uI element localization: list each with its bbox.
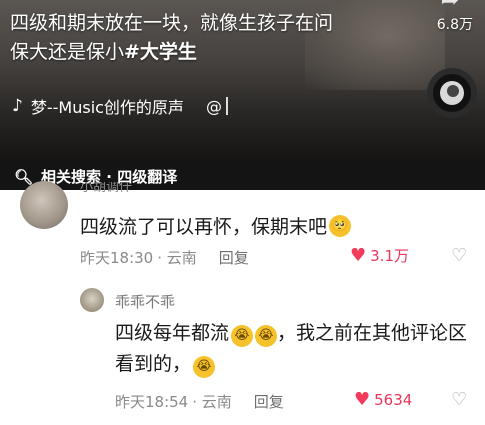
- comment-meta: 昨天18:30 · 云南 回复: [80, 247, 249, 268]
- crying-face-icon: 😭: [231, 324, 254, 347]
- comment-text-part-1: 四级每年都流: [115, 322, 230, 344]
- music-row[interactable]: ♪ 梦--Music创作的原声 @: [12, 93, 228, 119]
- caption-line-1: 四级和期末放在一块，就像生孩子在问: [10, 12, 334, 34]
- comment-meta: 昨天18:54 · 云南 回复: [115, 391, 284, 412]
- reply-button[interactable]: 回复: [254, 391, 284, 412]
- comment-text-content: 四级流了可以再怀，保期末吧: [80, 216, 328, 238]
- heart-icon: ♥: [354, 389, 371, 410]
- crying-face-icon: 😭: [193, 355, 216, 378]
- avatar[interactable]: [20, 181, 68, 229]
- music-label[interactable]: 梦--Music创作的原声: [31, 94, 184, 118]
- crying-face-icon: 😭: [255, 324, 278, 347]
- like-count: 5634: [374, 390, 413, 409]
- reply-button[interactable]: 回复: [219, 247, 249, 268]
- mention-text[interactable]: @: [206, 97, 222, 116]
- like-count: 3.1万: [370, 247, 409, 265]
- comment-author-name[interactable]: 乖乖不乖: [115, 291, 175, 312]
- search-icon: 🔍︎: [14, 167, 34, 186]
- comment-text: 四级每年都流 😭 😭 ，我之前在其他评论区看到的， 😭: [115, 318, 475, 380]
- comment-time: 昨天18:30: [80, 249, 154, 267]
- like-button[interactable]: ♥ 5634: [354, 389, 412, 410]
- avatar[interactable]: [80, 288, 104, 312]
- like-button[interactable]: ♥ 3.1万: [350, 245, 409, 266]
- heart-icon: ♥: [350, 245, 367, 266]
- comment-author-name[interactable]: 小胡调仟: [80, 182, 132, 192]
- dislike-icon[interactable]: ♡: [451, 389, 467, 410]
- hashtag-link[interactable]: #大学生: [124, 41, 197, 63]
- video-like-count: 6.8万: [436, 17, 473, 33]
- comment-location: · 云南: [157, 249, 197, 267]
- video-caption: 四级和期末放在一块，就像生孩子在问 保大还是保小#大学生: [10, 9, 410, 67]
- pleading-face-icon: 🥺: [329, 214, 352, 237]
- caption-line-2: 保大还是保小: [10, 41, 125, 63]
- music-disc-cover: [440, 81, 464, 105]
- text-cursor: [225, 97, 228, 115]
- tiktok-note-icon: ♪: [12, 96, 23, 116]
- dislike-icon[interactable]: ♡: [451, 245, 467, 266]
- comment-time: 昨天18:54: [115, 393, 189, 411]
- comment-text: 四级流了可以再怀，保期末吧 🥺: [80, 212, 352, 239]
- video-player[interactable]: ➦ 四级和期末放在一块，就像生孩子在问 保大还是保小#大学生 6.8万 ♪ 梦-…: [0, 0, 485, 158]
- comment-location: · 云南: [192, 393, 232, 411]
- share-icon[interactable]: ➦: [435, 0, 465, 13]
- music-disc[interactable]: [427, 68, 477, 118]
